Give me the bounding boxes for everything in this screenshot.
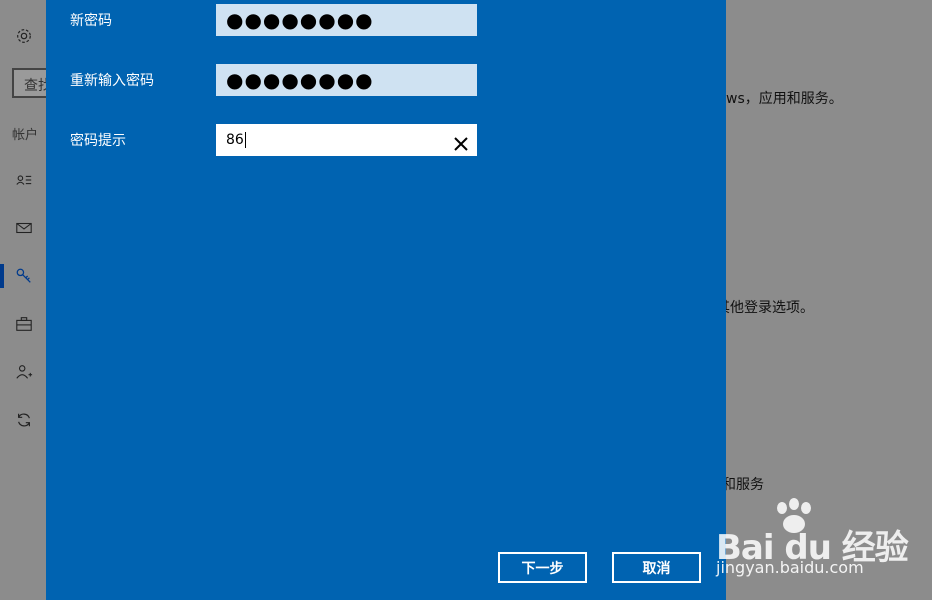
add-person-icon[interactable] xyxy=(14,362,34,382)
watermark-url: jingyan.baidu.com xyxy=(716,558,864,577)
background-text: 和服务 xyxy=(722,477,764,493)
baidu-watermark: Bai du 经验 jingyan.baidu.com xyxy=(712,498,912,588)
password-hint-value: 86 xyxy=(226,132,244,148)
password-hint-field[interactable]: 86 xyxy=(216,124,477,156)
new-password-field[interactable]: ●●●●●●●● xyxy=(216,4,477,36)
cancel-button[interactable]: 取消 xyxy=(612,552,701,583)
sync-icon[interactable] xyxy=(14,410,34,430)
sidebar-header: 帐户 xyxy=(12,128,39,143)
clear-icon[interactable] xyxy=(453,132,469,151)
next-button[interactable]: 下一步 xyxy=(498,552,587,583)
gear-icon[interactable] xyxy=(14,26,34,46)
mail-icon[interactable] xyxy=(14,218,34,238)
key-icon[interactable] xyxy=(14,266,34,286)
text-caret xyxy=(244,132,246,148)
briefcase-icon[interactable] xyxy=(14,314,34,334)
password-hint-label: 密码提示 xyxy=(70,133,126,149)
contact-card-icon[interactable] xyxy=(14,170,34,190)
background-text: 其他登录选项。 xyxy=(716,300,814,316)
reenter-password-label: 重新输入密码 xyxy=(70,73,154,89)
active-item-marker xyxy=(0,264,4,288)
reenter-password-field[interactable]: ●●●●●●●● xyxy=(216,64,477,96)
change-password-dialog: 新密码 ●●●●●●●● 重新输入密码 ●●●●●●●● 密码提示 86 下一步… xyxy=(46,0,726,600)
background-text: ws，应用和服务。 xyxy=(726,91,843,107)
settings-sidebar: 查找 帐户 xyxy=(0,0,52,600)
new-password-label: 新密码 xyxy=(70,13,112,29)
